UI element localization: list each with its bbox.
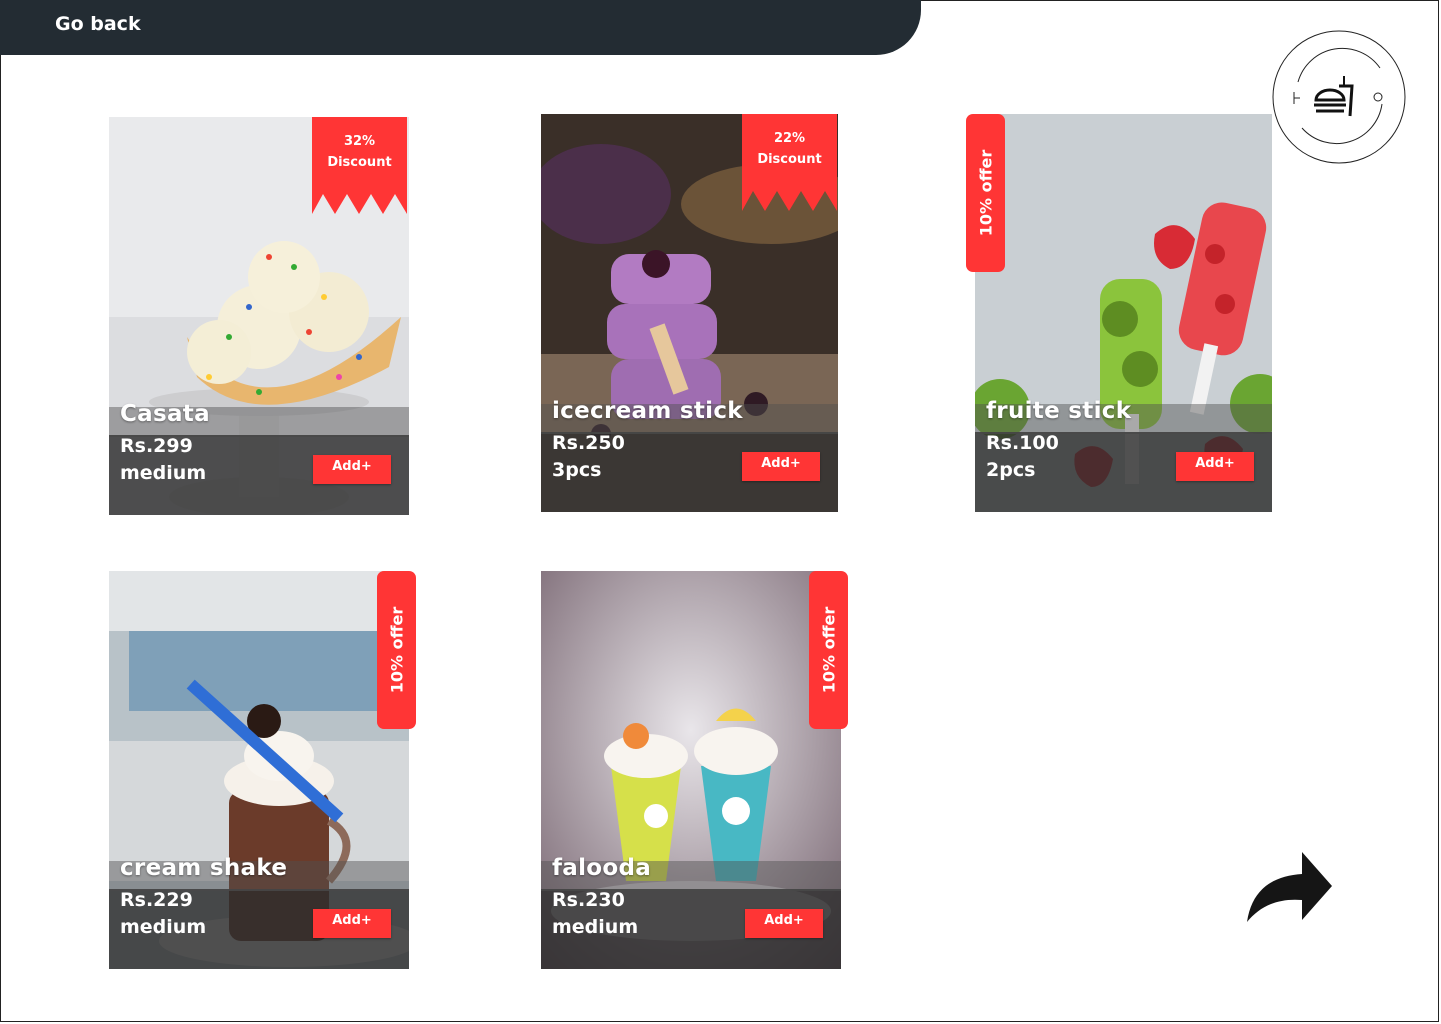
product-name: icecream stick	[552, 398, 743, 424]
product-name: Casata	[120, 401, 210, 427]
product-card-cream-shake: cream shake Rs.229 medium Add+ 10% offer	[109, 571, 416, 969]
offer-label: 10% offer	[819, 606, 838, 694]
product-price: Rs.299	[120, 435, 193, 457]
product-price: Rs.229	[120, 889, 193, 911]
forward-arrow-icon[interactable]	[1244, 850, 1334, 924]
product-name: fruite stick	[986, 398, 1132, 424]
offer-label: 10% offer	[976, 149, 995, 237]
product-size: 2pcs	[986, 459, 1036, 481]
product-size: 3pcs	[552, 459, 602, 481]
discount-percent: 22%	[773, 131, 806, 146]
discount-badge: 32% Discount	[312, 117, 407, 214]
top-bar: Go back	[0, 0, 921, 55]
offer-badge: 10% offer	[809, 571, 848, 729]
add-to-cart-button[interactable]: Add+	[1176, 452, 1254, 481]
add-to-cart-button[interactable]: Add+	[745, 909, 823, 938]
food-tray-logo-icon	[1272, 30, 1406, 164]
offer-label: 10% offer	[387, 606, 406, 694]
product-size: medium	[120, 462, 207, 484]
offer-badge: 10% offer	[966, 114, 1005, 272]
add-to-cart-button[interactable]: Add+	[742, 452, 820, 481]
product-card-fruite-stick: fruite stick Rs.100 2pcs Add+ 10% offer	[966, 114, 1272, 512]
add-to-cart-button[interactable]: Add+	[313, 909, 391, 938]
product-card-casata: Casata Rs.299 medium Add+ 32% Discount	[109, 117, 409, 515]
product-card-icecream-stick: icecream stick Rs.250 3pcs Add+ 22% Disco…	[541, 114, 838, 512]
product-name: cream shake	[120, 855, 288, 881]
offer-badge: 10% offer	[377, 571, 416, 729]
discount-label: Discount	[757, 152, 822, 167]
discount-percent: 32%	[343, 134, 376, 149]
product-price: Rs.230	[552, 889, 625, 911]
product-name: falooda	[552, 855, 652, 881]
go-back-button[interactable]: Go back	[55, 13, 141, 35]
product-size: medium	[552, 916, 639, 938]
add-to-cart-button[interactable]: Add+	[313, 455, 391, 484]
product-price: Rs.100	[986, 432, 1059, 454]
discount-badge: 22% Discount	[742, 114, 837, 211]
product-price: Rs.250	[552, 432, 625, 454]
product-size: medium	[120, 916, 207, 938]
product-card-falooda: falooda Rs.230 medium Add+ 10% offer	[541, 571, 848, 969]
discount-label: Discount	[327, 155, 392, 170]
